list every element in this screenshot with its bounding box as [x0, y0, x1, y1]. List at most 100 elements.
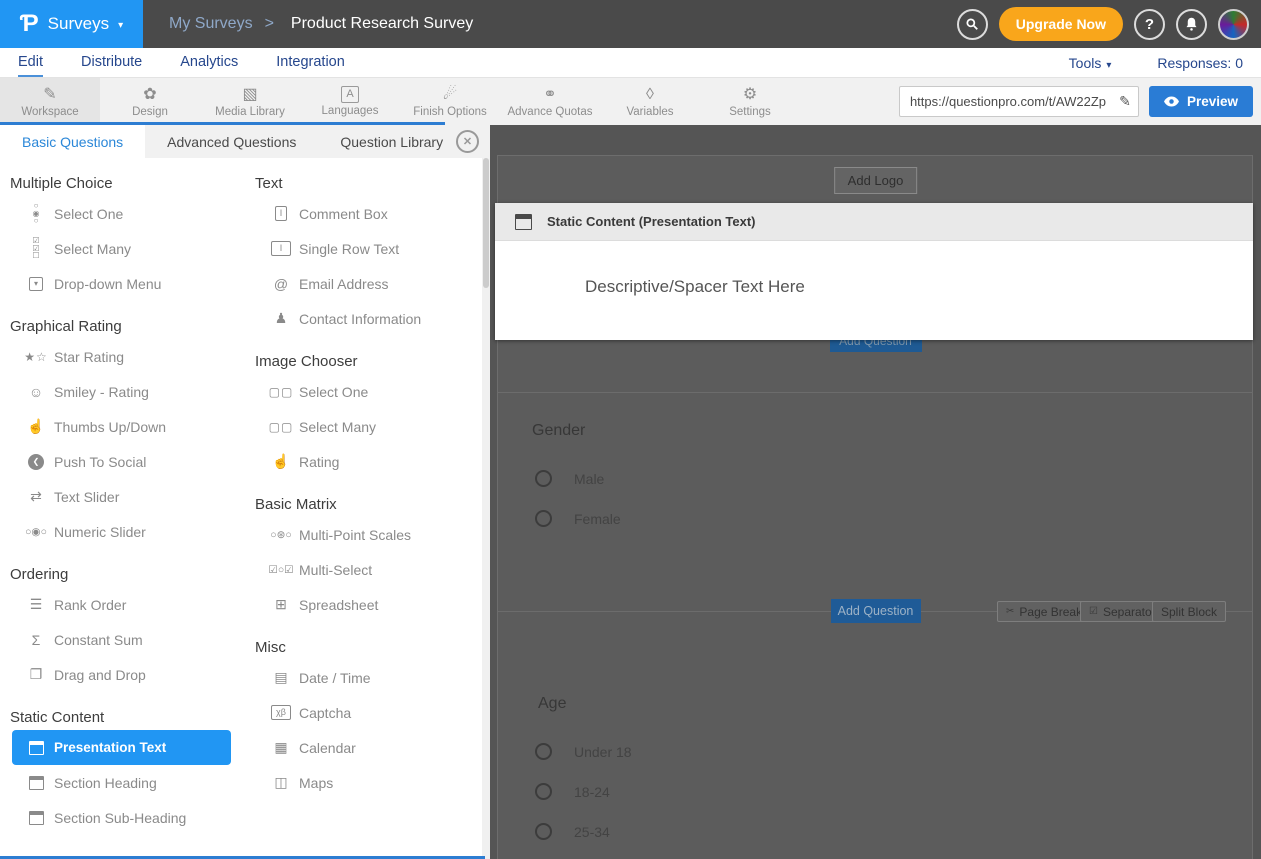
icon-glyph: ○⊛○: [270, 529, 291, 541]
survey-url-input[interactable]: [900, 94, 1112, 109]
panel-tab-advanced-questions[interactable]: Advanced Questions: [145, 125, 318, 158]
section-title: Graphical Rating: [10, 315, 245, 339]
help-button[interactable]: ?: [1134, 9, 1165, 40]
search-button[interactable]: [957, 9, 988, 40]
notifications-button[interactable]: [1176, 9, 1207, 40]
question-type-smiley-rating[interactable]: ☺Smiley - Rating: [12, 374, 231, 409]
question-type-numeric-slider[interactable]: ○◉○Numeric Slider: [12, 514, 231, 549]
add-question-button[interactable]: Add Question: [831, 599, 921, 623]
question-type-rank-order[interactable]: ☰Rank Order: [12, 587, 231, 622]
surveys-product-menu[interactable]: Ƥ Surveys ▾: [0, 0, 143, 48]
preview-button[interactable]: Preview: [1149, 86, 1253, 117]
question-type-spreadsheet[interactable]: ⊞Spreadsheet: [257, 587, 458, 622]
question-type-maps[interactable]: ◫Maps: [257, 765, 458, 800]
question-type-comment-box[interactable]: IComment Box: [257, 196, 458, 231]
avatar[interactable]: [1218, 9, 1249, 40]
tab-edit[interactable]: Edit: [18, 48, 43, 77]
breadcrumb-my-surveys[interactable]: My Surveys: [169, 15, 253, 33]
question-type-select-many[interactable]: ☑☑☐Select Many: [12, 231, 231, 266]
question-type-push-to-social[interactable]: ❮Push To Social: [12, 444, 231, 479]
question-type-select-one[interactable]: ▢▢ Select One: [257, 374, 458, 409]
toolbar-item-finish-options[interactable]: ☄Finish Options: [400, 78, 500, 125]
tools-dropdown[interactable]: Tools▾: [1069, 55, 1112, 71]
toolbar-item-variables[interactable]: ◊Variables: [600, 78, 700, 125]
toolbar-item-design[interactable]: ✿Design: [100, 78, 200, 125]
question-type-label: Maps: [299, 775, 333, 791]
question-type-multi-select[interactable]: ☑○☑Multi-Select: [257, 552, 458, 587]
panel-tab-question-library[interactable]: Question Library: [318, 125, 465, 158]
question-type-rating[interactable]: ☝Rating: [257, 444, 458, 479]
question-type-text-slider[interactable]: ⇄Text Slider: [12, 479, 231, 514]
question-type-drop-down-menu[interactable]: ▾Drop-down Menu: [12, 266, 231, 301]
main-area: Basic QuestionsAdvanced QuestionsQuestio…: [0, 125, 1261, 859]
text-slider-icon: ⇄: [18, 488, 54, 505]
multi-point-scales-icon: ○⊛○: [263, 529, 299, 541]
split-block-button[interactable]: Split Block: [1152, 601, 1226, 622]
question-type-contact-information[interactable]: ♟Contact Information: [257, 301, 458, 336]
tab-integration[interactable]: Integration: [276, 48, 345, 77]
image-select-one-icon: ▢▢: [263, 385, 299, 399]
toolbar-item-languages[interactable]: ALanguages: [300, 78, 400, 125]
question-title: Age: [538, 695, 632, 715]
question-type-label: Presentation Text: [54, 740, 166, 755]
question-type-label: Section Heading: [54, 775, 157, 791]
rank-order-list-icon: ☰: [18, 596, 54, 613]
languages-translate-icon: A: [341, 86, 358, 103]
question-type-single-row-text[interactable]: ISingle Row Text: [257, 231, 458, 266]
question-type-section-heading[interactable]: Section Heading: [12, 765, 231, 800]
gender-female-radio[interactable]: [535, 510, 552, 527]
icon-glyph: ☑○☑: [268, 564, 293, 576]
constant-sum-sigma-icon: Σ: [18, 632, 54, 648]
age-25-34-radio[interactable]: [535, 823, 552, 840]
upgrade-now-button[interactable]: Upgrade Now: [999, 7, 1123, 41]
question-type-label: Contact Information: [299, 311, 421, 327]
question-type-label: Thumbs Up/Down: [54, 419, 166, 435]
close-icon: ✕: [463, 135, 472, 148]
toolbar-item-workspace[interactable]: ✎Workspace: [0, 78, 100, 125]
question-type-label: Select One: [299, 384, 368, 400]
toolbar-item-advance-quotas[interactable]: ⚭Advance Quotas: [500, 78, 600, 125]
panel-tab-basic-questions[interactable]: Basic Questions: [0, 125, 145, 158]
add-logo-button[interactable]: Add Logo: [834, 167, 918, 194]
section-title: Multiple Choice: [10, 172, 245, 196]
scrollbar-thumb[interactable]: [483, 158, 489, 288]
question-type-date-time[interactable]: ▤Date / Time: [257, 660, 458, 695]
question-type-presentation-text[interactable]: Presentation Text: [12, 730, 231, 765]
edit-url-pencil-icon[interactable]: ✎: [1112, 93, 1138, 110]
question-type-section-sub-heading[interactable]: Section Sub-Heading: [12, 800, 231, 835]
settings-gear-icon: ⚙: [743, 86, 757, 104]
icon-glyph: ▢▢: [269, 385, 294, 399]
question-type-multi-point-scales[interactable]: ○⊛○ Multi-Point Scales: [257, 517, 458, 552]
questionpro-logo-icon: Ƥ: [20, 10, 39, 38]
question-type-select-many[interactable]: ▢▢Select Many: [257, 409, 458, 444]
question-type-drag-and-drop[interactable]: ❐Drag and Drop: [12, 657, 231, 692]
question-type-select-one[interactable]: ○◉○Select One: [12, 196, 231, 231]
gender-male-radio[interactable]: [535, 470, 552, 487]
question-type-star-rating[interactable]: ★☆Star Rating: [12, 339, 231, 374]
question-type-constant-sum[interactable]: ΣConstant Sum: [12, 622, 231, 657]
separator-icon: ☑: [1089, 606, 1098, 617]
presentation-text-value[interactable]: Descriptive/Spacer Text Here: [495, 241, 1253, 297]
email-address-at-icon: @: [263, 276, 299, 292]
toolbar-item-settings[interactable]: ⚙Settings: [700, 78, 800, 125]
close-panel-button[interactable]: ✕: [456, 130, 479, 153]
icon-glyph: I: [275, 206, 288, 221]
top-bar: Ƥ Surveys ▾ My Surveys > Product Researc…: [0, 0, 1261, 48]
question-type-label: Multi-Point Scales: [299, 527, 411, 543]
toolbar-item-media-library[interactable]: ▧Media Library: [200, 78, 300, 125]
question-type-label: Numeric Slider: [54, 524, 146, 540]
question-type-email-address[interactable]: @Email Address: [257, 266, 458, 301]
question-type-label: Section Sub-Heading: [54, 810, 186, 826]
question-type-thumbs-up-down[interactable]: ☝Thumbs Up/Down: [12, 409, 231, 444]
age-under-18-radio[interactable]: [535, 743, 552, 760]
question-type-label: Single Row Text: [299, 241, 399, 257]
tab-analytics[interactable]: Analytics: [180, 48, 238, 77]
tab-distribute[interactable]: Distribute: [81, 48, 142, 77]
page-break-button[interactable]: ✂ Page Break: [997, 601, 1091, 622]
questionpro-survey-editor: Ƥ Surveys ▾ My Surveys > Product Researc…: [0, 0, 1261, 859]
icon-glyph: ⊞: [275, 596, 287, 613]
age-18-24-radio[interactable]: [535, 783, 552, 800]
question-type-calendar[interactable]: ▦Calendar: [257, 730, 458, 765]
question-type-captcha[interactable]: χβCaptcha: [257, 695, 458, 730]
panel-scrollbar[interactable]: [482, 158, 490, 859]
